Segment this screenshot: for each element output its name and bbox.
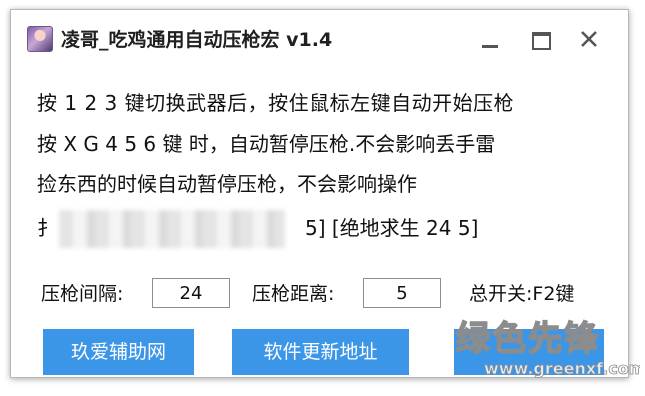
instruction-weapon-switch: 按 1 2 3 键切换武器后，按住鼠标左键自动开始压枪: [37, 91, 515, 115]
instruction-game-settings-end: 5] [绝地求生 24 5]: [305, 216, 479, 240]
interval-label: 压枪间隔:: [41, 283, 124, 305]
minimize-icon: [482, 45, 498, 48]
close-icon: [581, 31, 597, 47]
interval-input[interactable]: 24: [152, 278, 230, 308]
window-title: 凌哥_吃鸡通用自动压枪宏 v1.4: [61, 29, 333, 51]
maximize-icon: [532, 32, 551, 50]
minimize-button[interactable]: [474, 24, 504, 54]
instruction-pickup-pause: 捡东西的时候自动暂停压枪，不会影响操作: [37, 172, 417, 196]
greenxf-watermark: 绿色先锋 www.greenxf.com: [455, 318, 640, 378]
watermark-url: www.greenxf.com: [484, 359, 640, 378]
title-bar[interactable]: 凌哥_吃鸡通用自动压枪宏 v1.4: [11, 10, 628, 62]
instruction-game-settings-start: 扌: [37, 216, 57, 240]
master-switch-label: 总开关:F2键: [469, 283, 575, 305]
update-address-button[interactable]: 软件更新地址: [232, 329, 409, 375]
blurred-overlay: [59, 210, 285, 248]
app-avatar-icon: [27, 26, 53, 52]
close-button[interactable]: [574, 24, 604, 54]
site-button[interactable]: 玖爱辅助网: [43, 329, 194, 375]
distance-input[interactable]: 5: [363, 278, 441, 308]
watermark-cn: 绿色先锋: [456, 319, 600, 359]
distance-label: 压枪距离:: [252, 283, 335, 305]
maximize-button[interactable]: [526, 24, 556, 54]
instruction-pause-keys: 按 X G 4 5 6 键 时，自动暂停压枪.不会影响丢手雷: [37, 132, 496, 156]
